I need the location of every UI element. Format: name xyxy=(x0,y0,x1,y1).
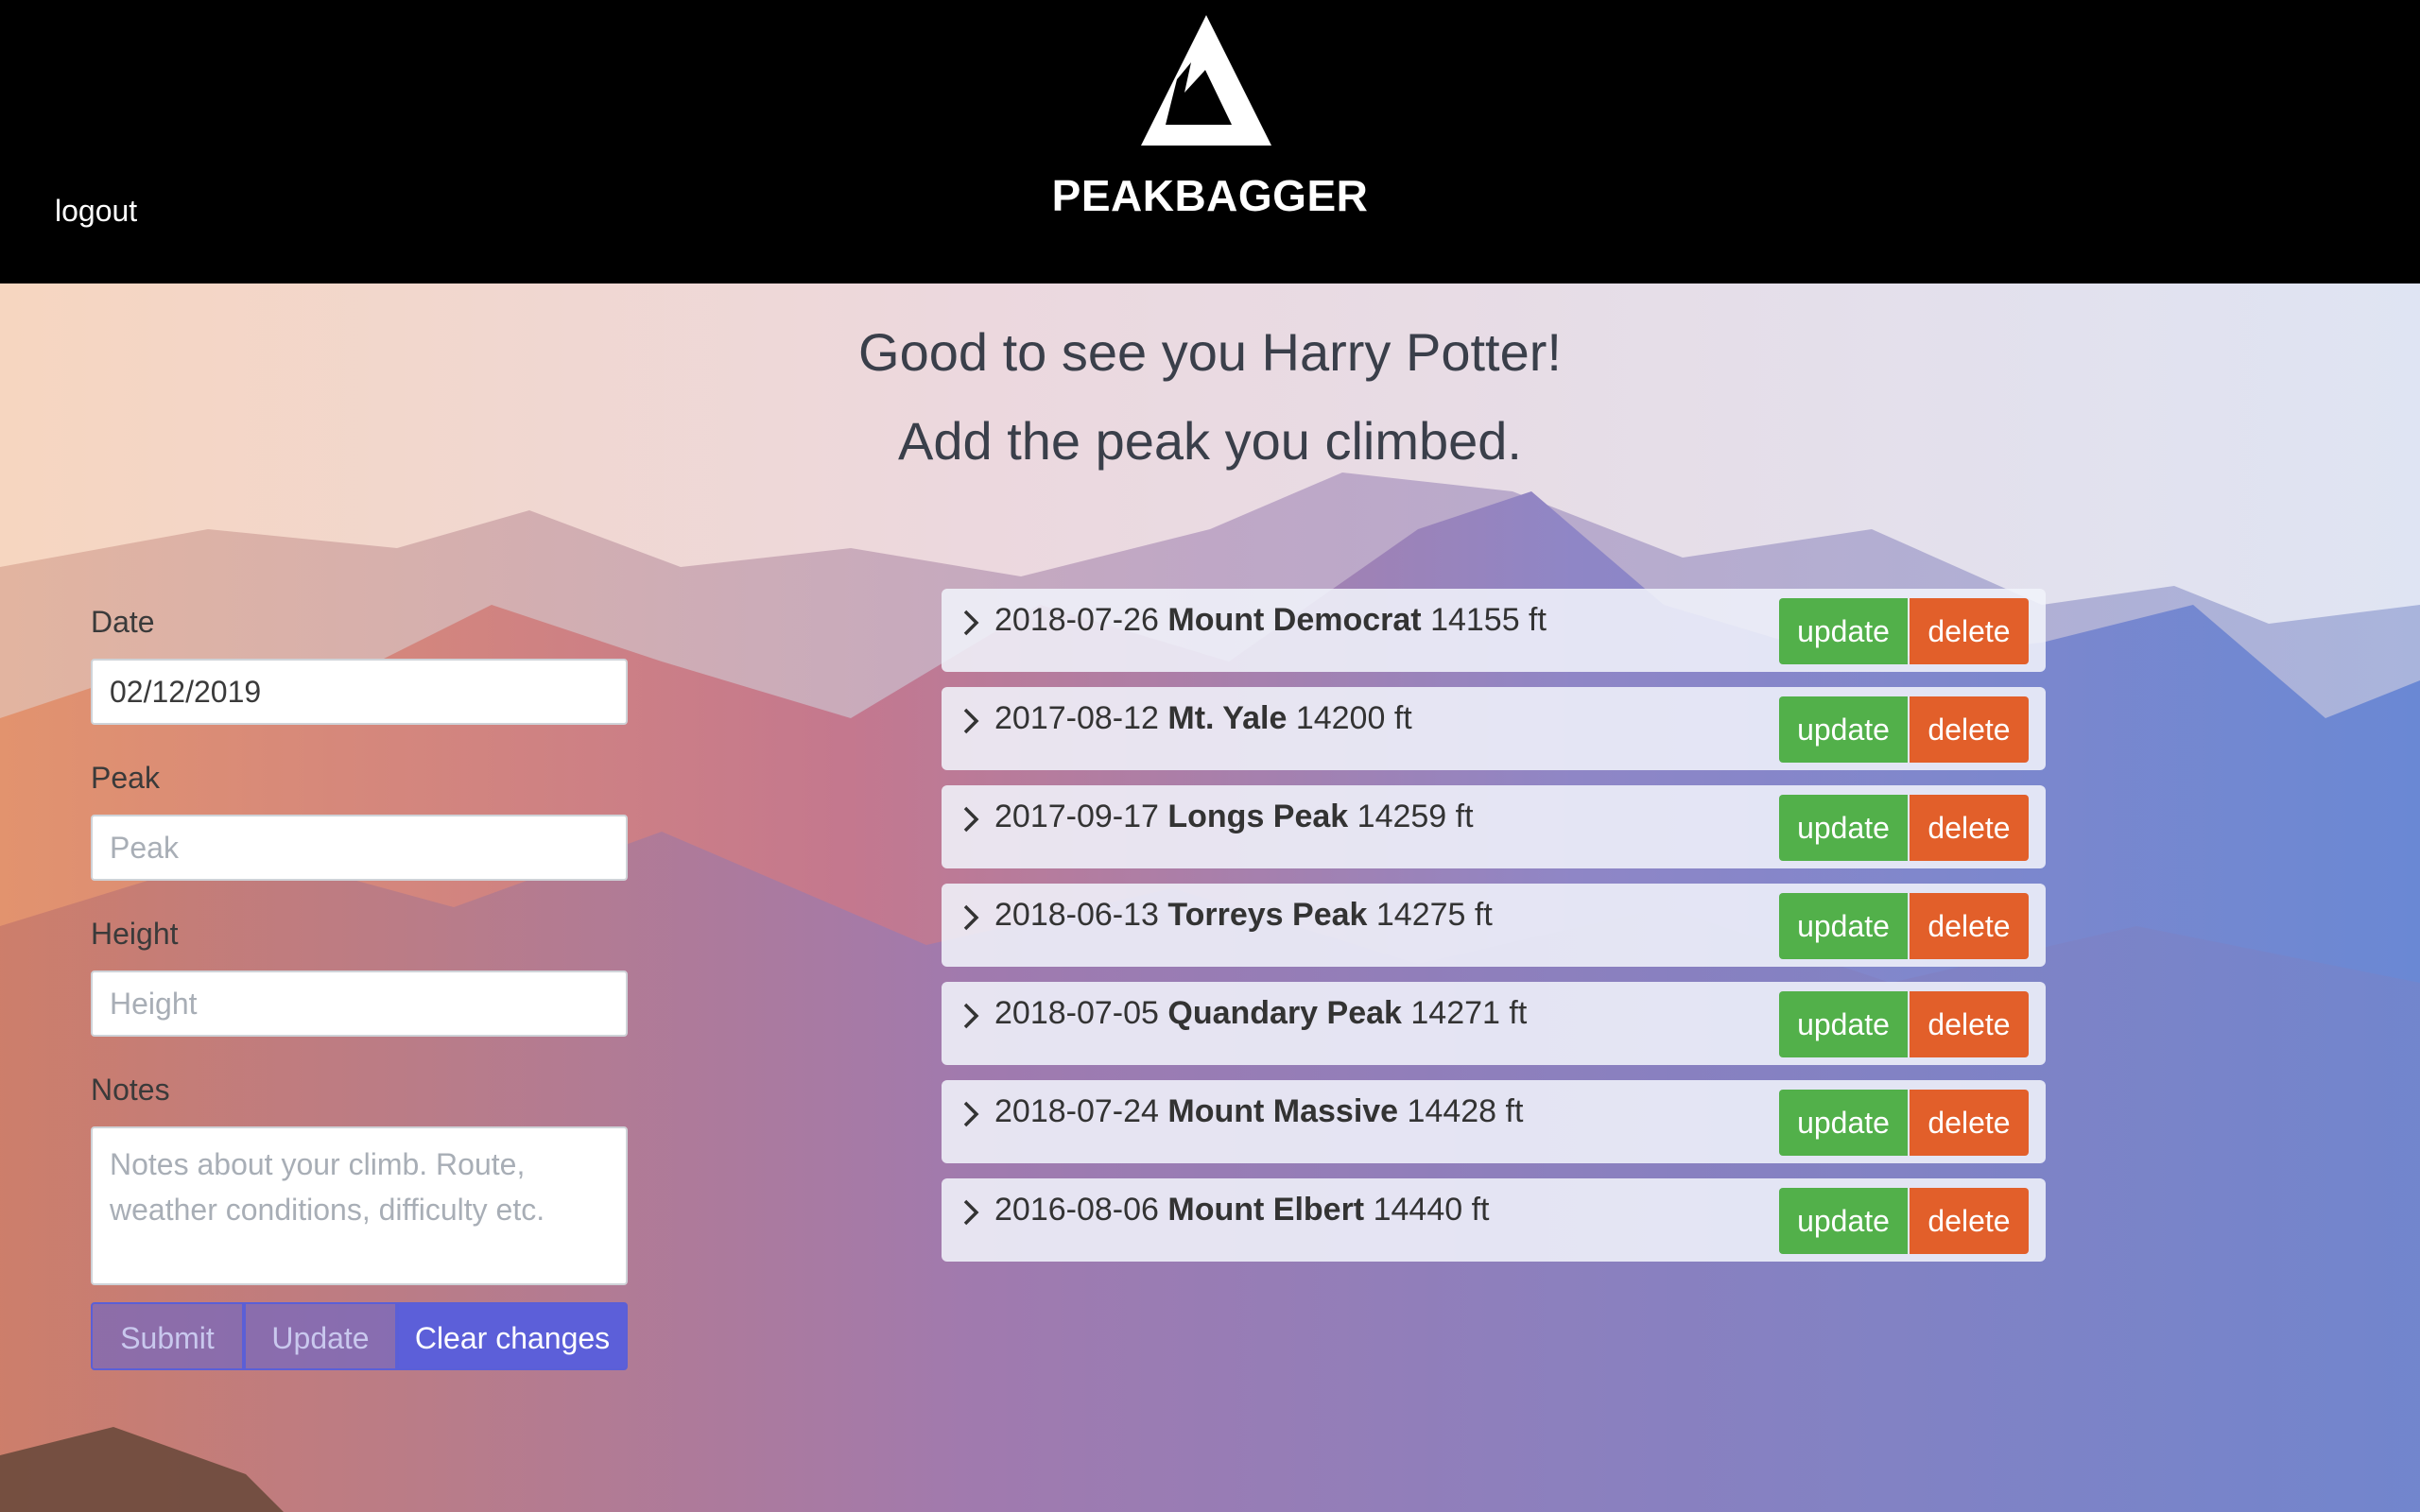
row-delete-button[interactable]: delete xyxy=(1910,1090,2029,1156)
climb-peak: Torreys Peak xyxy=(1167,897,1368,933)
climb-date: 2018-07-05 xyxy=(994,995,1159,1031)
peak-label: Peak xyxy=(91,761,160,795)
climb-row[interactable]: 2018-07-24 Mount Massive 14428 ft update… xyxy=(942,1080,2046,1163)
climb-row[interactable]: 2017-08-12 Mt. Yale 14200 ft update dele… xyxy=(942,687,2046,770)
chevron-right-icon[interactable] xyxy=(960,1001,983,1031)
row-delete-button[interactable]: delete xyxy=(1910,1188,2029,1254)
climb-peak: Longs Peak xyxy=(1167,799,1349,834)
peak-input[interactable]: Peak xyxy=(91,815,628,881)
chevron-right-icon[interactable] xyxy=(960,804,983,834)
climb-date: 2018-07-24 xyxy=(994,1093,1159,1129)
climb-peak: Mount Democrat xyxy=(1167,602,1422,638)
row-update-button[interactable]: update xyxy=(1779,991,1908,1057)
row-update-button[interactable]: update xyxy=(1779,1188,1908,1254)
climb-peak: Mount Massive xyxy=(1167,1093,1399,1129)
climb-peak: Mount Elbert xyxy=(1167,1192,1365,1228)
climb-summary: 2018-06-13 Torreys Peak 14275 ft xyxy=(994,897,1493,934)
climb-summary: 2017-09-17 Longs Peak 14259 ft xyxy=(994,799,1474,835)
climb-row[interactable]: 2018-07-26 Mount Democrat 14155 ft updat… xyxy=(942,589,2046,672)
climb-height: 14271 ft xyxy=(1410,995,1528,1031)
row-delete-button[interactable]: delete xyxy=(1910,991,2029,1057)
mountain-icon xyxy=(1141,15,1271,146)
climb-form: Date 02/12/2019 Peak Peak Height Height … xyxy=(91,605,628,1370)
date-input[interactable]: 02/12/2019 xyxy=(91,659,628,725)
climb-peak: Mt. Yale xyxy=(1167,700,1288,736)
climb-summary: 2018-07-24 Mount Massive 14428 ft xyxy=(994,1093,1523,1130)
update-button[interactable]: Update xyxy=(244,1302,397,1370)
climb-summary: 2017-08-12 Mt. Yale 14200 ft xyxy=(994,700,1412,737)
chevron-right-icon[interactable] xyxy=(960,706,983,736)
climb-row[interactable]: 2018-06-13 Torreys Peak 14275 ft update … xyxy=(942,884,2046,967)
climb-date: 2018-07-26 xyxy=(994,602,1159,638)
climb-date: 2017-09-17 xyxy=(994,799,1159,834)
climb-date: 2018-06-13 xyxy=(994,897,1159,933)
climb-date: 2017-08-12 xyxy=(994,700,1159,736)
chevron-right-icon[interactable] xyxy=(960,1197,983,1228)
climb-summary: 2016-08-06 Mount Elbert 14440 ft xyxy=(994,1192,1489,1228)
climb-height: 14428 ft xyxy=(1407,1093,1524,1129)
form-button-group: Submit Update Clear changes xyxy=(91,1302,628,1370)
climb-row[interactable]: 2017-09-17 Longs Peak 14259 ft update de… xyxy=(942,785,2046,868)
row-delete-button[interactable]: delete xyxy=(1910,598,2029,664)
climb-summary: 2018-07-05 Quandary Peak 14271 ft xyxy=(994,995,1527,1032)
top-navbar: PEAKBAGGER logout xyxy=(0,0,2420,284)
notes-label: Notes xyxy=(91,1073,170,1107)
chevron-right-icon[interactable] xyxy=(960,1099,983,1129)
greeting-heading: Good to see you Harry Potter! xyxy=(858,322,1562,382)
climb-peak: Quandary Peak xyxy=(1167,995,1402,1031)
row-update-button[interactable]: update xyxy=(1779,598,1908,664)
climb-date: 2016-08-06 xyxy=(994,1192,1159,1228)
climb-height: 14275 ft xyxy=(1375,897,1493,933)
row-delete-button[interactable]: delete xyxy=(1910,893,2029,959)
chevron-right-icon[interactable] xyxy=(960,902,983,933)
climb-row[interactable]: 2018-07-05 Quandary Peak 14271 ft update… xyxy=(942,982,2046,1065)
instruction-heading: Add the peak you climbed. xyxy=(898,411,1522,471)
climb-height: 14440 ft xyxy=(1373,1192,1490,1228)
climb-height: 14155 ft xyxy=(1430,602,1547,638)
logout-link[interactable]: logout xyxy=(55,194,137,229)
clear-changes-button[interactable]: Clear changes xyxy=(397,1302,628,1370)
climb-height: 14200 ft xyxy=(1295,700,1412,736)
notes-textarea[interactable]: Notes about your climb. Route, weather c… xyxy=(91,1126,628,1285)
row-delete-button[interactable]: delete xyxy=(1910,795,2029,861)
row-delete-button[interactable]: delete xyxy=(1910,696,2029,763)
climb-summary: 2018-07-26 Mount Democrat 14155 ft xyxy=(994,602,1547,639)
row-update-button[interactable]: update xyxy=(1779,1090,1908,1156)
climb-height: 14259 ft xyxy=(1357,799,1474,834)
climb-row[interactable]: 2016-08-06 Mount Elbert 14440 ft update … xyxy=(942,1178,2046,1262)
row-update-button[interactable]: update xyxy=(1779,795,1908,861)
row-update-button[interactable]: update xyxy=(1779,696,1908,763)
submit-button[interactable]: Submit xyxy=(91,1302,244,1370)
chevron-right-icon[interactable] xyxy=(960,608,983,638)
height-label: Height xyxy=(91,917,179,951)
climb-list: 2018-07-26 Mount Democrat 14155 ft updat… xyxy=(942,589,2046,1277)
brand-title: PEAKBAGGER xyxy=(1051,171,1369,220)
height-input[interactable]: Height xyxy=(91,971,628,1037)
date-label: Date xyxy=(91,605,155,639)
row-update-button[interactable]: update xyxy=(1779,893,1908,959)
